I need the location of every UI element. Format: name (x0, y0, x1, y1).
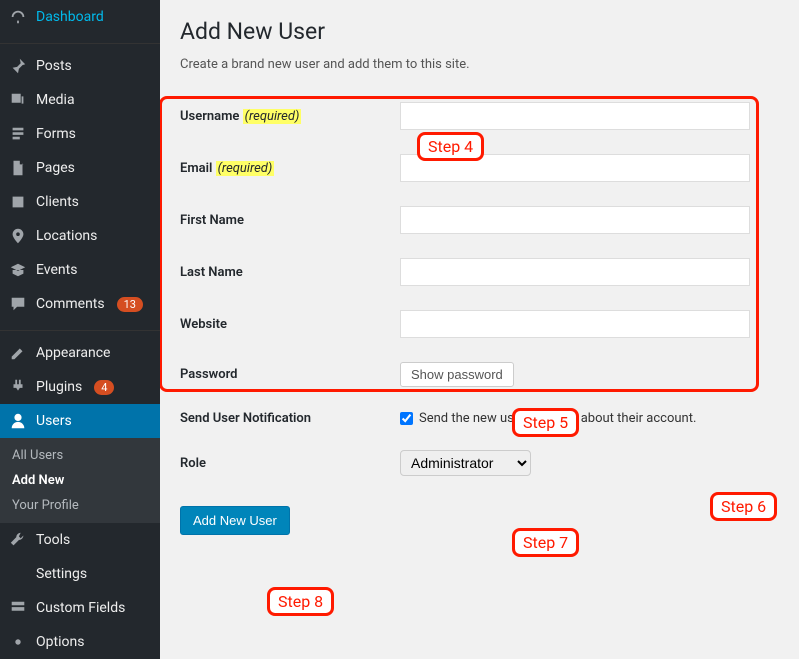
sidebar-label: Locations (36, 228, 97, 244)
appearance-icon (8, 343, 28, 363)
pin-icon (8, 56, 28, 76)
email-label: Email (required) (180, 161, 400, 176)
sidebar-item-users[interactable]: Users (0, 404, 160, 438)
sidebar-item-settings[interactable]: Settings (0, 557, 160, 591)
options-icon (8, 632, 28, 652)
sidebar-item-tools[interactable]: Tools (0, 523, 160, 557)
last-name-input[interactable] (400, 258, 750, 286)
dashboard-icon (8, 7, 28, 27)
page-title: Add New User (180, 18, 779, 45)
notify-label: Send User Notification (180, 411, 400, 426)
sidebar-item-locations[interactable]: Locations (0, 219, 160, 253)
notify-text: Send the new user an email about their a… (419, 411, 696, 426)
sidebar-label: Plugins (36, 379, 82, 395)
sidebar-label: Events (36, 262, 77, 278)
custom-fields-icon (8, 598, 28, 618)
page-subheading: Create a brand new user and add them to … (180, 57, 779, 72)
user-form: Username (required) Email (required) Fir… (180, 90, 779, 488)
forms-icon (8, 124, 28, 144)
submenu-add-new[interactable]: Add New (0, 468, 160, 493)
comments-badge: 13 (117, 297, 143, 312)
media-icon (8, 90, 28, 110)
sidebar-item-events[interactable]: Events (0, 253, 160, 287)
username-input[interactable] (400, 102, 750, 130)
show-password-button[interactable]: Show password (400, 362, 514, 387)
sidebar-label: Forms (36, 126, 76, 142)
comments-icon (8, 294, 28, 314)
last-name-label: Last Name (180, 265, 400, 280)
users-icon (8, 411, 28, 431)
plugins-icon (8, 377, 28, 397)
menu-separator (0, 326, 160, 331)
pages-icon (8, 158, 28, 178)
sidebar-item-appearance[interactable]: Appearance (0, 336, 160, 370)
sidebar-label: Users (36, 413, 72, 429)
sidebar-item-plugins[interactable]: Plugins 4 (0, 370, 160, 404)
sidebar-item-pages[interactable]: Pages (0, 151, 160, 185)
role-select[interactable]: Administrator (400, 450, 531, 476)
sidebar-item-posts[interactable]: Posts (0, 49, 160, 83)
sidebar-label: Comments (36, 296, 105, 312)
main-content: Add New User Create a brand new user and… (160, 0, 799, 659)
sidebar-label: Options (36, 634, 84, 650)
sidebar-label: Appearance (36, 345, 110, 361)
sidebar-item-clients[interactable]: Clients (0, 185, 160, 219)
annotation-step8: Step 8 (267, 587, 334, 616)
sidebar-item-media[interactable]: Media (0, 83, 160, 117)
website-input[interactable] (400, 310, 750, 338)
first-name-label: First Name (180, 213, 400, 228)
submenu-your-profile[interactable]: Your Profile (0, 493, 160, 518)
password-label: Password (180, 367, 400, 382)
sidebar-label: Media (36, 92, 75, 108)
sidebar-label: Dashboard (36, 9, 104, 25)
tools-icon (8, 530, 28, 550)
events-icon (8, 260, 28, 280)
add-new-user-button[interactable]: Add New User (180, 506, 290, 535)
submenu-all-users[interactable]: All Users (0, 443, 160, 468)
location-icon (8, 226, 28, 246)
sidebar-item-forms[interactable]: Forms (0, 117, 160, 151)
admin-sidebar: Dashboard Posts Media Forms Pages Client… (0, 0, 160, 659)
website-label: Website (180, 317, 400, 332)
sidebar-label: Custom Fields (36, 600, 125, 616)
sidebar-label: Posts (36, 58, 72, 74)
users-submenu: All Users Add New Your Profile (0, 438, 160, 523)
plugins-badge: 4 (94, 380, 114, 395)
sidebar-label: Clients (36, 194, 79, 210)
sidebar-item-custom-fields[interactable]: Custom Fields (0, 591, 160, 625)
first-name-input[interactable] (400, 206, 750, 234)
username-label: Username (required) (180, 109, 400, 124)
sidebar-item-options[interactable]: Options (0, 625, 160, 659)
sidebar-label: Tools (36, 532, 70, 548)
email-input[interactable] (400, 154, 750, 182)
role-label: Role (180, 456, 400, 471)
settings-icon (8, 564, 28, 584)
sidebar-label: Pages (36, 160, 75, 176)
sidebar-label: Settings (36, 566, 87, 582)
sidebar-item-dashboard[interactable]: Dashboard (0, 0, 160, 34)
clients-icon (8, 192, 28, 212)
menu-separator (0, 39, 160, 44)
notify-checkbox[interactable] (400, 412, 413, 425)
sidebar-item-comments[interactable]: Comments 13 (0, 287, 160, 321)
